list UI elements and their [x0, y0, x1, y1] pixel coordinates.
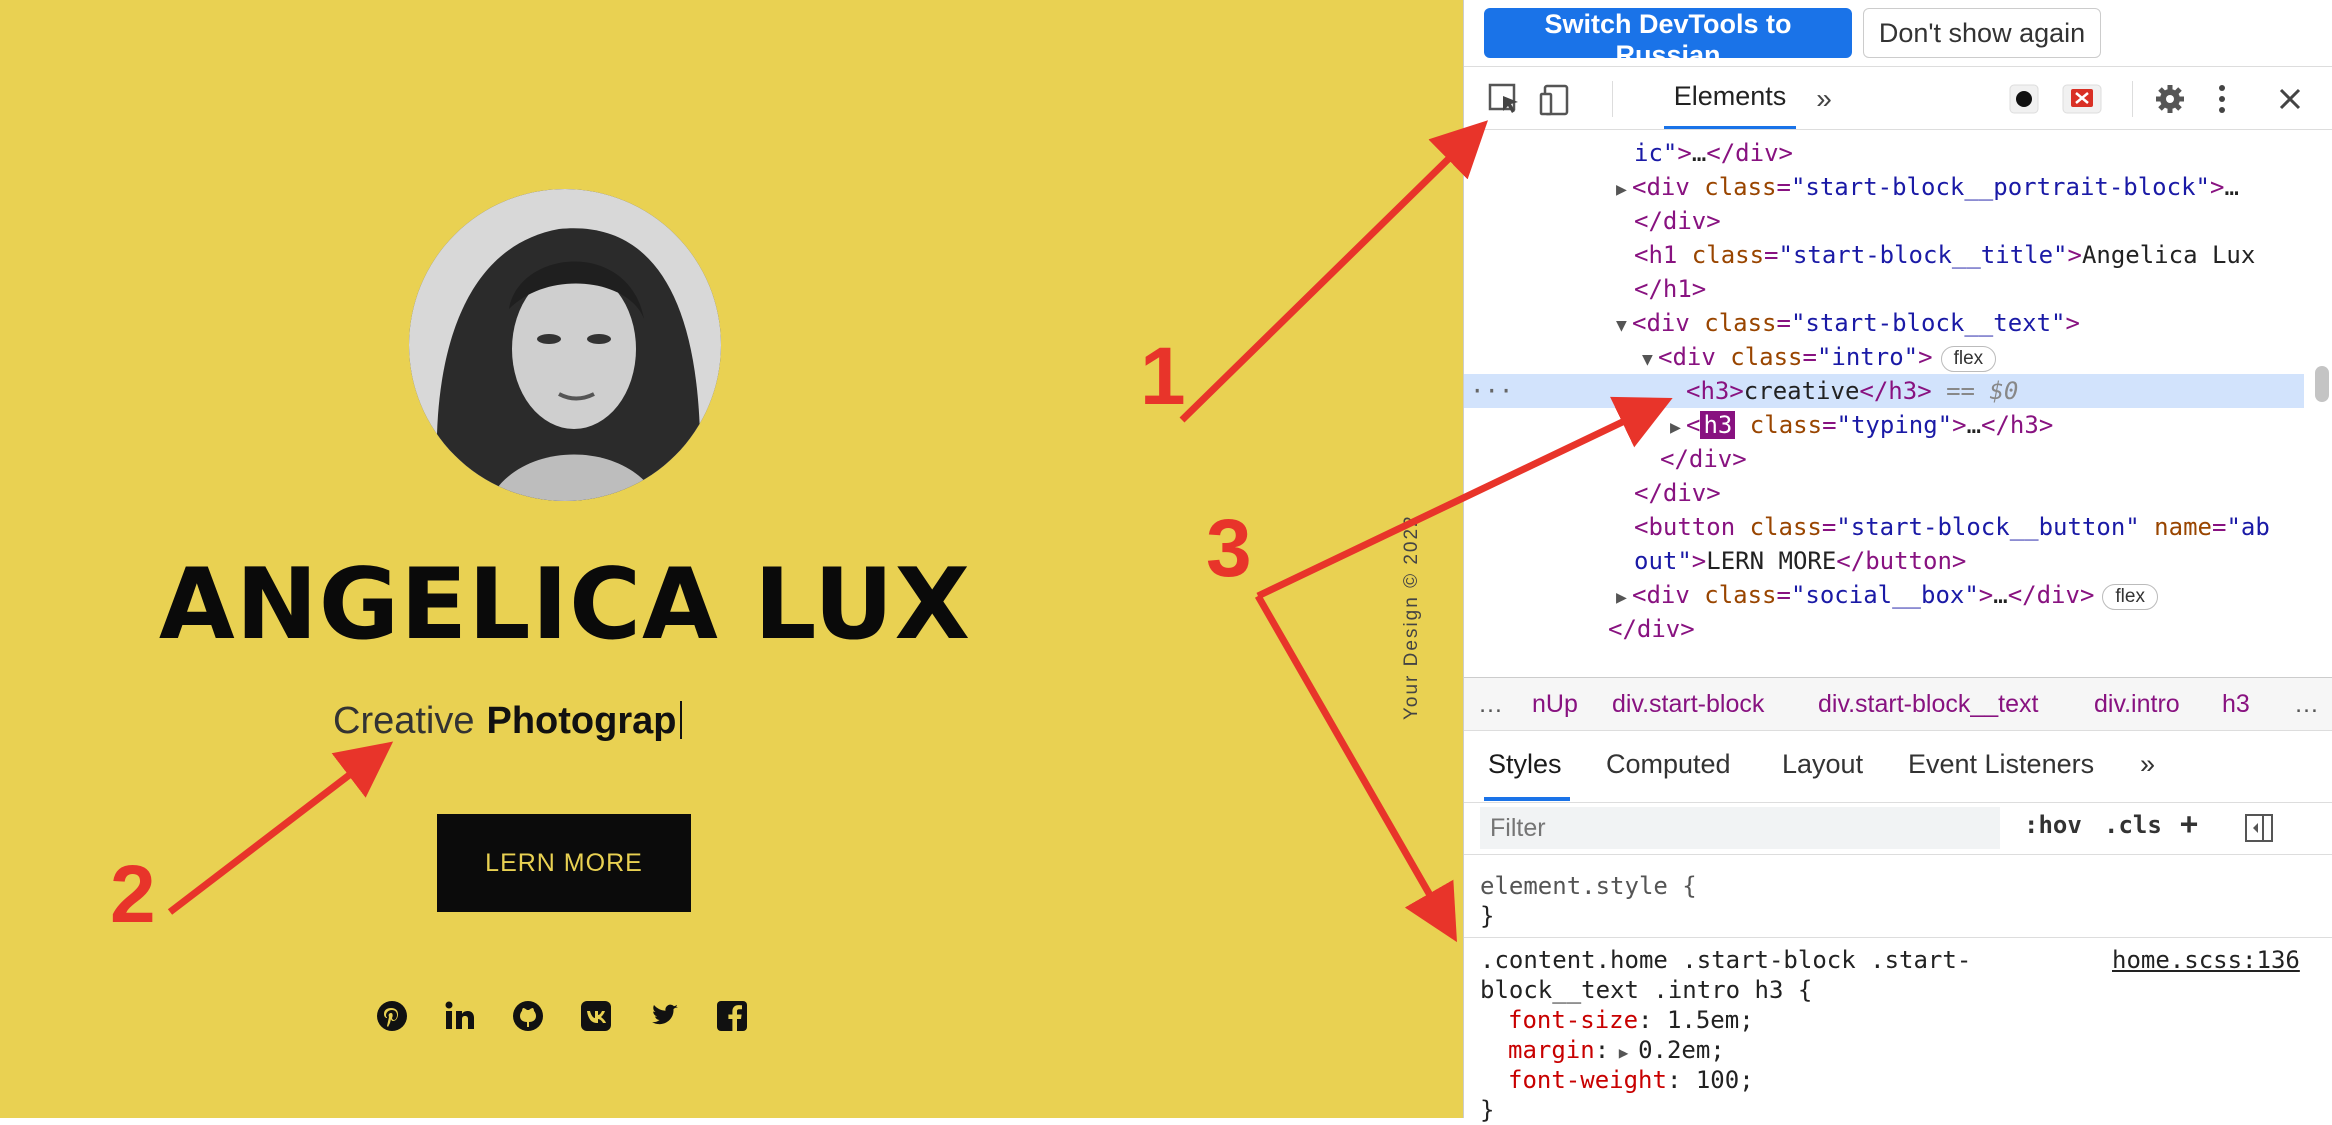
toolbar-divider	[1612, 81, 1613, 117]
new-rule-button[interactable]: +	[2180, 807, 2198, 842]
dom-node[interactable]: </div>	[1464, 204, 2332, 238]
element-style-selector[interactable]: element.style {	[1480, 871, 1697, 901]
css-declaration[interactable]: font-weight: 100;	[1508, 1065, 1754, 1095]
close-icon[interactable]	[2270, 79, 2310, 119]
devtools-toolbar: Elements »	[1464, 66, 2332, 130]
breadcrumb-item[interactable]: nUp	[1532, 690, 1578, 719]
learn-more-button[interactable]: LERN MORE	[437, 814, 691, 912]
h3-tag-highlight: h3	[1700, 411, 1736, 439]
vk-icon[interactable]	[580, 998, 612, 1034]
switch-language-button[interactable]: Switch DevTools to Russian	[1484, 8, 1852, 70]
dom-node[interactable]: ▶ < h3 class="typing">…</h3>	[1464, 408, 2332, 442]
dom-scrollbar[interactable]	[2315, 366, 2329, 402]
pinterest-icon[interactable]	[376, 998, 408, 1034]
dom-node[interactable]: ▶ <div class="social__box">…</div> flex	[1464, 578, 2332, 612]
annotation-3: 3	[1206, 503, 1252, 594]
dom-node[interactable]: ▼ <div class="intro"> flex	[1464, 340, 2332, 374]
styles-filter-input[interactable]	[1480, 807, 2000, 849]
subtitle-creative: Creative	[333, 700, 475, 742]
dom-node[interactable]: </div>	[1464, 442, 2332, 476]
tab-elements[interactable]: Elements	[1664, 67, 1796, 129]
rule-selector[interactable]: .content.home .start-block .start-	[1480, 945, 1971, 975]
record-icon[interactable]	[2004, 79, 2044, 119]
hover-state-toggle[interactable]: :hov	[2024, 811, 2082, 839]
dom-node[interactable]: ▼ <div class="start-block__text">	[1464, 306, 2332, 340]
twitter-icon[interactable]	[648, 998, 680, 1034]
rule-close: }	[1480, 1096, 1495, 1124]
annotation-1: 1	[1140, 331, 1186, 422]
breadcrumb-item[interactable]: h3	[2222, 690, 2250, 719]
row-menu-icon[interactable]: ···	[1464, 374, 1686, 408]
dom-node[interactable]: <button class="start-block__button" name…	[1464, 510, 2332, 544]
dom-node[interactable]: </div>	[1464, 612, 2332, 646]
dollar-zero-marker: == $0	[1946, 377, 2019, 405]
settings-gear-icon[interactable]	[2150, 79, 2190, 119]
dom-tree: ic">…</div> ▶ <div class="start-block__po…	[1464, 130, 2332, 675]
dom-node[interactable]: ic">…</div>	[1464, 136, 2332, 170]
rule-divider	[1464, 937, 2332, 938]
language-infobar: Switch DevTools to Russian Don't show ag…	[1464, 0, 2332, 70]
toggle-sidebar-icon[interactable]	[2244, 813, 2274, 848]
tab-layout[interactable]: Layout	[1782, 749, 1863, 780]
linkedin-icon[interactable]	[444, 998, 476, 1034]
site-title: ANGELICA LUX	[158, 548, 972, 662]
element-style-close: }	[1480, 902, 1495, 930]
device-toolbar-icon[interactable]	[1536, 79, 1576, 119]
flex-badge[interactable]: flex	[2102, 584, 2158, 610]
css-declaration[interactable]: margin: ▶ 0.2em;	[1508, 1035, 1725, 1068]
breadcrumb-overflow[interactable]: …	[1478, 690, 1503, 719]
tab-styles[interactable]: Styles	[1488, 749, 1562, 780]
subtitle-typing: Photograp	[486, 700, 677, 742]
toolbar-divider-2	[2132, 81, 2133, 117]
inspect-element-icon[interactable]	[1484, 79, 1524, 119]
tab-event-listeners[interactable]: Event Listeners	[1908, 749, 2094, 780]
facebook-icon[interactable]	[716, 998, 748, 1034]
breadcrumb-item[interactable]: div.start-block__text	[1818, 690, 2038, 719]
active-tab-indicator	[1484, 797, 1570, 801]
github-icon[interactable]	[512, 998, 544, 1034]
annotation-2: 2	[110, 849, 156, 940]
flex-badge[interactable]: flex	[1940, 346, 1997, 372]
rule-selector-cont[interactable]: block__text .intro h3 {	[1480, 975, 1812, 1005]
styles-pane: element.style { } .content.home .start-b…	[1464, 855, 2332, 1124]
dom-node[interactable]: </h1>	[1464, 272, 2332, 306]
breadcrumb-item[interactable]: div.intro	[2094, 690, 2180, 719]
breadcrumb-overflow[interactable]: …	[2294, 690, 2319, 719]
dont-show-again-button[interactable]: Don't show again	[1863, 8, 2101, 58]
dom-node-selected[interactable]: ··· <h3>creative</h3> == $0	[1464, 374, 2304, 408]
more-tabs-icon[interactable]: »	[1804, 79, 1844, 119]
styles-filter-bar: :hov .cls +	[1464, 803, 2332, 855]
kebab-menu-icon[interactable]	[2202, 79, 2242, 119]
css-declaration[interactable]: font-size: 1.5em;	[1508, 1005, 1754, 1035]
styles-subtabs: Styles Computed Layout Event Listeners »	[1464, 731, 2332, 803]
tab-computed[interactable]: Computed	[1606, 749, 1731, 780]
typing-subtitle: Creative Photograp	[333, 700, 683, 743]
dom-node[interactable]: </div>	[1464, 476, 2332, 510]
portrait-photo	[409, 189, 721, 501]
social-box	[376, 998, 748, 1034]
dom-node[interactable]: out">LERN MORE</button>	[1464, 544, 2332, 578]
breadcrumb: … nUp div.start-block div.start-block__t…	[1464, 677, 2332, 731]
footer-copyright: Your Design © 2022	[1401, 514, 1422, 720]
class-toggle[interactable]: .cls	[2104, 811, 2162, 839]
devtools-panel: Switch DevTools to Russian Don't show ag…	[1463, 0, 2332, 1124]
breadcrumb-item[interactable]: div.start-block	[1612, 690, 1764, 719]
dom-node[interactable]: <h1 class="start-block__title">Angelica …	[1464, 238, 2332, 272]
source-link[interactable]: home.scss:136	[2112, 945, 2300, 975]
dom-node[interactable]: ▶ <div class="start-block__portrait-block…	[1464, 170, 2332, 204]
typing-caret	[680, 701, 683, 739]
issues-error-icon[interactable]	[2062, 79, 2102, 119]
more-subtabs-icon[interactable]: »	[2140, 749, 2155, 780]
